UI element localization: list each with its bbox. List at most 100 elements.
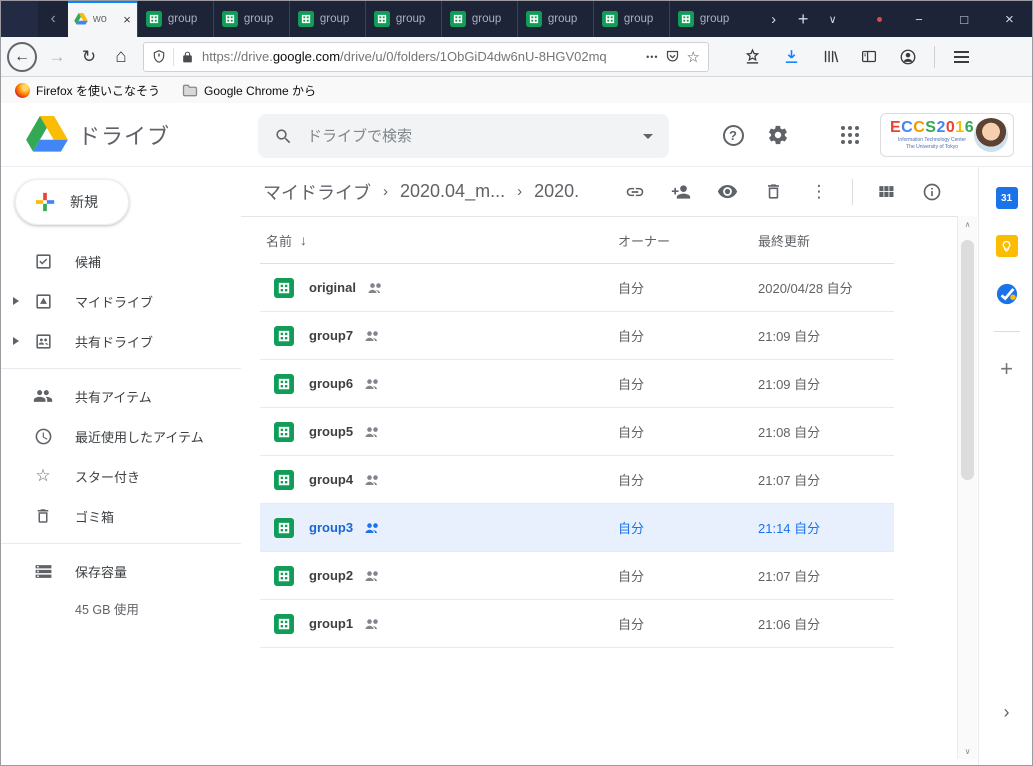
info-button[interactable]: [915, 175, 949, 209]
minimize-button[interactable]: −: [896, 1, 941, 37]
tab-group-2[interactable]: group: [213, 1, 289, 37]
sort-desc-icon[interactable]: ↓: [300, 232, 307, 248]
page-actions-icon[interactable]: •••: [646, 52, 658, 62]
tab-group-7[interactable]: group: [593, 1, 669, 37]
scroll-up-icon[interactable]: ∧: [965, 216, 971, 232]
tab-group-4[interactable]: group: [365, 1, 441, 37]
list-all-tabs-button[interactable]: ∨: [818, 1, 848, 37]
pocket-icon[interactable]: [665, 49, 680, 64]
table-row[interactable]: group7 自分 21:09 自分: [260, 312, 894, 360]
file-modified: 21:14 自分: [758, 518, 894, 537]
close-window-button[interactable]: ×: [987, 1, 1032, 37]
clock-icon: [31, 427, 55, 446]
calendar-icon[interactable]: 31: [996, 187, 1018, 209]
breadcrumb-my-drive[interactable]: マイドライブ: [263, 179, 371, 205]
maximize-button[interactable]: □: [942, 1, 987, 37]
breadcrumb-folder-2[interactable]: 2020.: [534, 181, 579, 202]
lock-icon[interactable]: [181, 50, 194, 64]
downloads-icon[interactable]: [776, 41, 806, 73]
table-row[interactable]: original 自分 2020/04/28 自分: [260, 264, 894, 312]
sidebar-item-my-drive[interactable]: マイドライブ: [1, 281, 241, 321]
back-button[interactable]: ←: [7, 42, 37, 72]
table-row[interactable]: group6 自分 21:09 自分: [260, 360, 894, 408]
sidebar-item-trash[interactable]: ゴミ箱: [1, 496, 241, 536]
bookmarks-menu-icon[interactable]: [737, 41, 767, 73]
sidebar-item-starred[interactable]: ☆ スター付き: [1, 456, 241, 496]
tab-close-icon[interactable]: ×: [123, 12, 131, 27]
table-row[interactable]: group1 自分 21:06 自分: [260, 600, 894, 648]
get-link-button[interactable]: [618, 175, 652, 209]
google-apps-button[interactable]: [830, 103, 870, 167]
drive-logo[interactable]: [26, 116, 68, 153]
file-owner: 自分: [618, 566, 758, 585]
bookmark-folder-chrome[interactable]: Google Chrome から: [182, 82, 316, 99]
scrollbar-thumb[interactable]: [961, 240, 974, 480]
url-bar[interactable]: https://drive.google.com/drive/u/0/folde…: [143, 42, 709, 72]
tasks-icon[interactable]: [996, 283, 1018, 305]
search-options-caret-icon[interactable]: [643, 134, 653, 139]
column-name[interactable]: 名前: [266, 231, 292, 250]
tab-active-drive[interactable]: wo ×: [68, 1, 137, 37]
delete-button[interactable]: [756, 175, 790, 209]
table-row[interactable]: group4 自分 21:07 自分: [260, 456, 894, 504]
new-tab-button[interactable]: +: [788, 1, 818, 37]
vertical-scrollbar[interactable]: ∧ ∨: [957, 216, 977, 759]
avatar[interactable]: [974, 118, 1008, 152]
search-bar[interactable]: [258, 114, 669, 158]
settings-button[interactable]: [758, 103, 798, 167]
forward-button[interactable]: →: [41, 41, 73, 73]
account-icon[interactable]: [893, 41, 923, 73]
tab-group-1[interactable]: group: [137, 1, 213, 37]
column-owner[interactable]: オーナー: [618, 231, 758, 250]
tab-group-6[interactable]: group: [517, 1, 593, 37]
scrollbar-track[interactable]: [958, 232, 977, 743]
account-card[interactable]: ECCS2016 Information Technology Center T…: [880, 113, 1014, 157]
help-button[interactable]: ?: [713, 103, 753, 167]
file-list-section: マイドライブ › 2020.04_m... › 2020.: [241, 167, 957, 766]
share-button[interactable]: [664, 175, 698, 209]
tab-group-8[interactable]: group: [669, 1, 745, 37]
sheets-favicon: [602, 11, 618, 27]
preview-button[interactable]: [710, 175, 744, 209]
tab-scroll-left-button[interactable]: ‹: [38, 1, 68, 37]
hide-panel-chevron-icon[interactable]: ›: [1004, 702, 1010, 723]
home-button[interactable]: ⌂: [105, 41, 137, 73]
sidebar-item-storage[interactable]: 保存容量: [1, 551, 241, 591]
tab-overflow-button[interactable]: ›: [759, 1, 789, 37]
menu-button[interactable]: [946, 41, 976, 73]
tab-group-5[interactable]: group: [441, 1, 517, 37]
table-row[interactable]: group5 自分 21:08 自分: [260, 408, 894, 456]
tab-group-3[interactable]: group: [289, 1, 365, 37]
expand-arrow-icon[interactable]: [1, 297, 31, 305]
library-icon[interactable]: [815, 41, 845, 73]
plus-icon: +: [798, 9, 809, 30]
breadcrumb-folder-1[interactable]: 2020.04_m...: [400, 181, 505, 202]
new-button[interactable]: 新規: [15, 179, 129, 225]
shared-people-icon: [363, 473, 379, 486]
scroll-down-icon[interactable]: ∨: [965, 743, 971, 759]
sidebar-item-recent[interactable]: 最近使用したアイテム: [1, 416, 241, 456]
bookmark-star-icon[interactable]: ☆: [687, 48, 700, 66]
url-text[interactable]: https://drive.google.com/drive/u/0/folde…: [202, 49, 640, 64]
reload-button[interactable]: ↻: [73, 41, 105, 73]
file-owner: 自分: [618, 422, 758, 441]
sidebars-icon[interactable]: [854, 41, 884, 73]
panel-divider: [994, 331, 1020, 332]
sidebar-item-shared-drives[interactable]: 共有ドライブ: [1, 321, 241, 361]
keep-icon[interactable]: [996, 235, 1018, 257]
search-input[interactable]: [307, 128, 643, 145]
expand-arrow-icon[interactable]: [1, 337, 31, 345]
table-row[interactable]: group3 自分 21:14 自分: [260, 504, 894, 552]
suggested-checkbox-icon: [31, 252, 55, 271]
bookmark-firefox-help[interactable]: Firefox を使いこなそう: [15, 82, 160, 99]
sheets-file-icon: [274, 566, 294, 586]
add-addon-button[interactable]: +: [1000, 358, 1013, 380]
grid-view-button[interactable]: [869, 175, 903, 209]
sidebar-item-shared-with-me[interactable]: 共有アイテム: [1, 376, 241, 416]
sidebar-item-suggested[interactable]: 候補: [1, 241, 241, 281]
navigation-toolbar: ← → ↻ ⌂ https://drive.google.com/drive/u…: [1, 37, 1032, 77]
more-actions-button[interactable]: ⋮: [802, 175, 836, 209]
tracking-protection-shield-icon[interactable]: [152, 49, 166, 64]
column-modified[interactable]: 最終更新: [758, 231, 894, 250]
table-row[interactable]: group2 自分 21:07 自分: [260, 552, 894, 600]
